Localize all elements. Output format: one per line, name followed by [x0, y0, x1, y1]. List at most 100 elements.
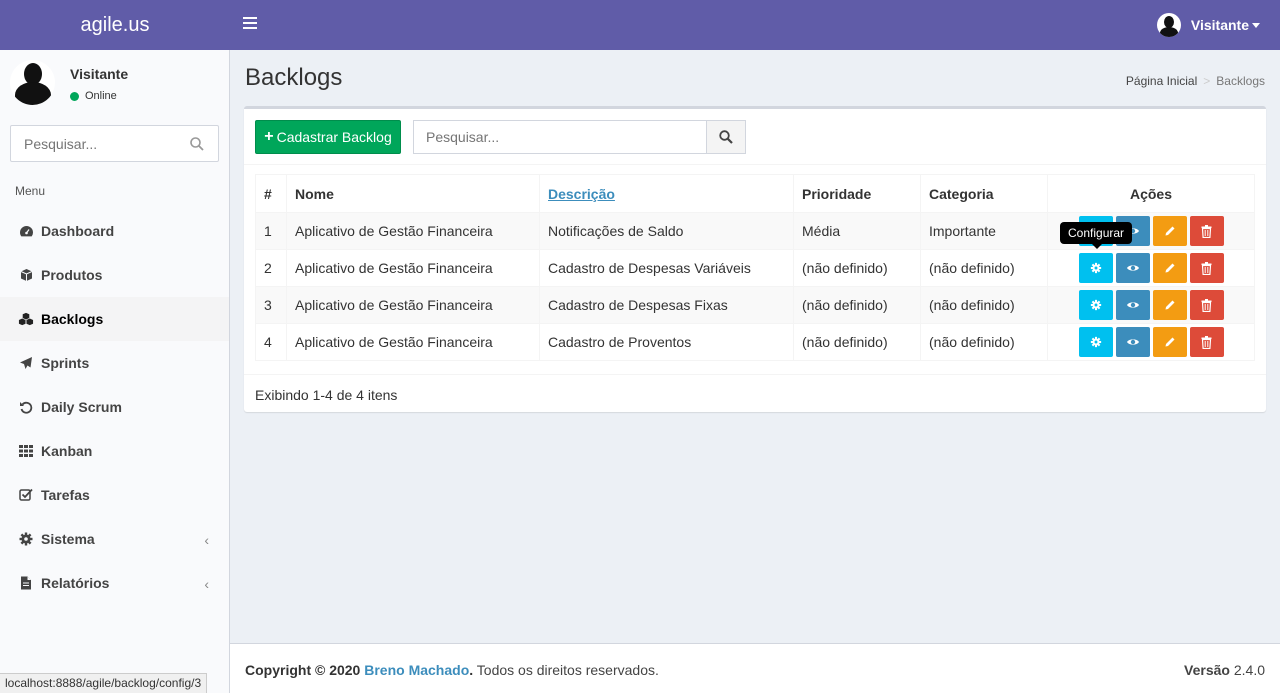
search-icon[interactable] [190, 137, 204, 151]
user-status: Online [70, 90, 117, 102]
user-panel: Visitante Online [10, 60, 220, 110]
cell-prioridade: (não definido) [793, 286, 921, 324]
online-dot-icon [70, 91, 79, 101]
configure-button[interactable] [1078, 290, 1113, 320]
author-link[interactable]: Breno Machado [364, 662, 469, 678]
copyright-dot: . [469, 662, 474, 678]
cell-nome: Aplicativo de Gestão Financeira [286, 249, 540, 287]
search-button[interactable] [706, 120, 746, 154]
view-button[interactable] [1115, 327, 1150, 357]
sidebar-item-sprints[interactable]: Sprints [0, 341, 229, 385]
col-header-number: # [255, 174, 287, 213]
configure-tooltip: Configurar [1060, 222, 1133, 249]
sidebar-item-sistema[interactable]: Sistema ‹ [0, 517, 229, 561]
delete-button[interactable] [1189, 290, 1224, 320]
sidebar-item-label: Tarefas [41, 487, 90, 503]
version: Versão 2.4.0 [1184, 662, 1265, 678]
sidebar-item-label: Sprints [41, 355, 90, 371]
delete-button[interactable] [1189, 327, 1224, 357]
row-actions [1056, 253, 1246, 283]
cell-nome: Aplicativo de Gestão Financeira [286, 286, 540, 324]
gear-icon [1090, 262, 1102, 274]
copyright: Copyright © 2020 Breno Machado. Todos os… [245, 662, 659, 678]
sidebar-item-label: Backlogs [41, 311, 104, 327]
sidebar-search [10, 125, 219, 162]
gear-icon [1090, 336, 1102, 348]
configure-button[interactable] [1078, 253, 1113, 283]
sidebar-toggle-icon[interactable] [243, 17, 257, 33]
user-menu[interactable]: Visitante [1156, 0, 1260, 50]
eye-icon [1126, 337, 1140, 347]
sidebar-item-kanban[interactable]: Kanban [0, 429, 229, 473]
breadcrumb-home[interactable]: Página Inicial [1126, 74, 1197, 88]
paper-plane-icon [18, 355, 34, 371]
copyright-rights: Todos os direitos reservados. [476, 662, 659, 678]
configure-button[interactable] [1078, 327, 1113, 357]
caret-down-icon [1252, 22, 1260, 28]
gear-icon [1090, 299, 1102, 311]
sidebar-item-label: Produtos [41, 267, 103, 283]
chevron-left-icon: ‹ [204, 532, 209, 548]
table-row: 3 Aplicativo de Gestão Financeira Cadastro… [255, 286, 1255, 324]
cell-acoes [1047, 323, 1255, 361]
sidebar-item-dashboard[interactable]: Dashboard [0, 209, 229, 253]
sidebar-item-produtos[interactable]: Produtos [0, 253, 229, 297]
eye-icon [1126, 300, 1140, 310]
version-label: Versão [1184, 662, 1230, 678]
edit-button[interactable] [1152, 290, 1187, 320]
edit-button[interactable] [1152, 216, 1187, 246]
sidebar-item-label: Relatórios [41, 575, 110, 591]
sidebar-item-backlogs[interactable]: Backlogs [0, 297, 229, 341]
main-footer: Copyright © 2020 Breno Machado. Todos os… [230, 643, 1280, 693]
delete-button[interactable] [1189, 253, 1224, 283]
trash-icon [1201, 261, 1212, 275]
table-row: 4 Aplicativo de Gestão Financeira Cadastro… [255, 323, 1255, 361]
undo-icon [18, 399, 34, 415]
cell-number: 3 [255, 286, 287, 324]
breadcrumb: Página Inicial > Backlogs [1126, 74, 1265, 88]
col-header-categoria: Categoria [920, 174, 1048, 213]
view-button[interactable] [1115, 253, 1150, 283]
table-row: 2 Aplicativo de Gestão Financeira Cadastro… [255, 249, 1255, 287]
eye-icon [1126, 263, 1140, 273]
pencil-icon [1164, 299, 1176, 311]
sidebar-search-input[interactable] [11, 126, 181, 161]
cell-descricao: Notificações de Saldo [539, 212, 794, 250]
cell-number: 1 [255, 212, 287, 250]
sidebar-item-label: Dashboard [41, 223, 115, 239]
add-backlog-button[interactable]: + Cadastrar Backlog [255, 120, 401, 154]
sidebar-menu: Dashboard Produtos Backlogs Sprints Dail… [0, 209, 229, 605]
cell-nome: Aplicativo de Gestão Financeira [286, 212, 540, 250]
edit-button[interactable] [1152, 253, 1187, 283]
col-header-prioridade: Prioridade [793, 174, 921, 213]
divider [244, 164, 1266, 165]
trash-icon [1201, 335, 1212, 349]
backlog-search-input[interactable] [413, 120, 707, 154]
app-logo[interactable]: agile.us [0, 0, 230, 50]
sidebar-item-relatorios[interactable]: Relatórios ‹ [0, 561, 229, 605]
divider [244, 374, 1266, 375]
delete-button[interactable] [1189, 216, 1224, 246]
sidebar-item-tarefas[interactable]: Tarefas [0, 473, 229, 517]
avatar [1156, 13, 1181, 37]
edit-button[interactable] [1152, 327, 1187, 357]
view-button[interactable] [1115, 290, 1150, 320]
pencil-icon [1164, 225, 1176, 237]
search-icon [719, 130, 733, 144]
row-actions [1056, 290, 1246, 320]
sidebar-item-label: Sistema [41, 531, 95, 547]
check-square-icon [18, 487, 34, 503]
trash-icon [1201, 224, 1212, 238]
cell-categoria: Importante [920, 212, 1048, 250]
grid-icon [18, 443, 34, 459]
dashboard-icon [18, 223, 34, 239]
sidebar-item-daily-scrum[interactable]: Daily Scrum [0, 385, 229, 429]
cell-acoes [1047, 286, 1255, 324]
chevron-left-icon: ‹ [204, 576, 209, 592]
cell-nome: Aplicativo de Gestão Financeira [286, 323, 540, 361]
cubes-icon [18, 311, 34, 327]
col-header-descricao[interactable]: Descrição [539, 174, 794, 213]
backlogs-box: + Cadastrar Backlog # Nome Descrição Pri… [244, 106, 1266, 412]
avatar [10, 60, 55, 105]
user-name: Visitante [70, 66, 129, 82]
